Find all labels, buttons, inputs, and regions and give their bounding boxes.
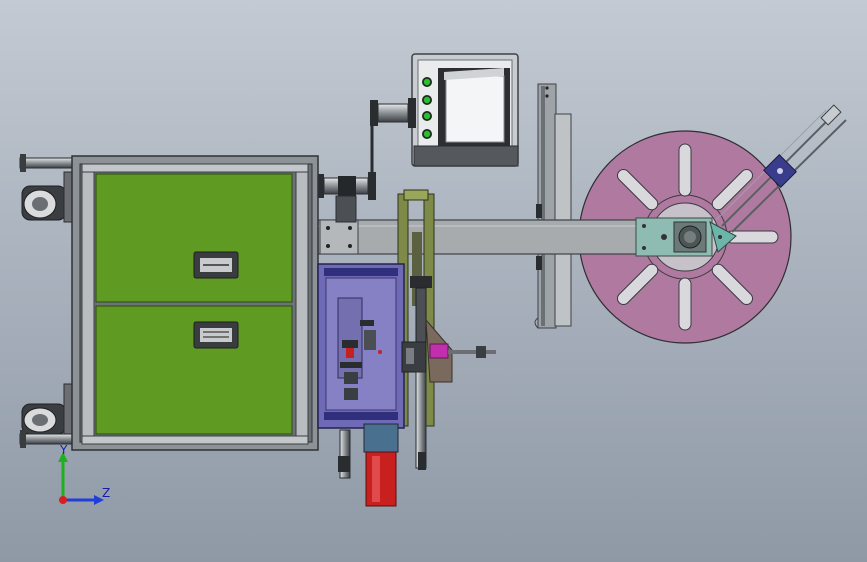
upper-door-handle[interactable]	[193, 251, 239, 279]
upper-cabinet-door[interactable]	[95, 173, 293, 303]
cad-viewport[interactable]: Y Z	[0, 0, 867, 562]
machine-cabinet[interactable]	[19, 154, 319, 451]
main-beam[interactable]	[317, 217, 737, 257]
bottom-caster-wheel	[19, 383, 81, 448]
lower-door-handle[interactable]	[193, 321, 239, 349]
middle-guide-roller	[316, 172, 376, 223]
machine-assembly-drawing: Y Z	[19, 53, 847, 507]
hmi-control-panel[interactable]	[411, 53, 519, 167]
y-axis-label: Y	[59, 443, 68, 457]
vertical-slide-plate	[534, 83, 572, 329]
press-cylinder	[365, 451, 397, 507]
coordinate-triad: Y Z	[58, 443, 110, 505]
color-sensor	[429, 343, 449, 359]
upper-guide-roller	[370, 98, 416, 178]
top-leveling-foot	[19, 157, 81, 169]
z-axis-label: Z	[102, 486, 110, 500]
axis-origin	[59, 496, 67, 504]
